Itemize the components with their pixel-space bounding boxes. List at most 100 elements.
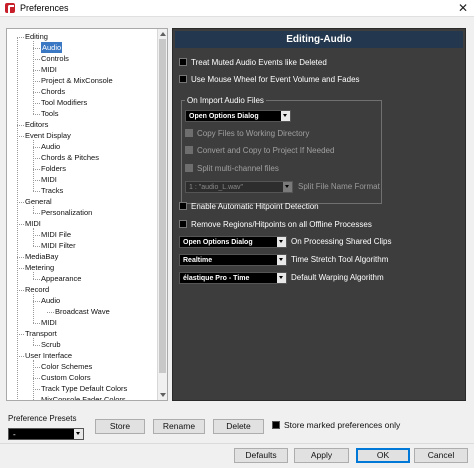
ok-button[interactable]: OK <box>356 448 410 463</box>
tree-item[interactable]: Editing <box>25 31 48 42</box>
title-bar: Preferences ✕ <box>0 0 474 17</box>
tree-connector <box>33 400 40 401</box>
apply-button[interactable]: Apply <box>294 448 349 463</box>
split-format-dropdown[interactable]: 1 : "audio_L.wav" <box>185 181 293 193</box>
delete-button[interactable]: Delete <box>213 419 264 434</box>
checkbox-box[interactable] <box>185 129 193 137</box>
tree-item[interactable]: MIDI <box>25 218 41 229</box>
tree-item[interactable]: MIDI File <box>41 229 71 240</box>
store-marked-checkbox[interactable]: Store marked preferences only <box>272 420 400 431</box>
tree-item[interactable]: Editors <box>25 119 48 130</box>
tree-connector <box>17 202 24 203</box>
tree-connector <box>33 294 34 323</box>
tree-scrollbar[interactable] <box>157 29 167 400</box>
checkbox-label: Treat Muted Audio Events like Deleted <box>191 58 327 67</box>
tree-item[interactable]: Broadcast Wave <box>55 306 110 317</box>
scroll-down-icon[interactable] <box>160 393 166 397</box>
treat-muted-checkbox[interactable]: Treat Muted Audio Events like Deleted <box>179 57 327 68</box>
tree-item[interactable]: MIDI <box>41 174 57 185</box>
tree-item[interactable]: Event Display <box>25 130 71 141</box>
tree-item[interactable]: Audio <box>41 42 63 53</box>
tree-connector <box>17 356 24 357</box>
tree-connector <box>33 235 40 236</box>
checkbox-box[interactable] <box>179 75 187 83</box>
store-button[interactable]: Store <box>95 419 145 434</box>
checkbox-label: Use Mouse Wheel for Event Volume and Fad… <box>191 75 360 84</box>
preferences-tree[interactable]: Editing Audio Controls MIDI Project & MixCon… <box>6 28 168 401</box>
rename-button[interactable]: Rename <box>153 419 205 434</box>
tree-item[interactable]: MixConsole Fader Colors <box>41 394 126 400</box>
tree-item[interactable]: MIDI <box>41 64 57 75</box>
preset-dropdown[interactable]: - <box>8 428 84 440</box>
dropdown-value: 1 : "audio_L.wav" <box>189 184 244 191</box>
tree-connector <box>33 301 40 302</box>
timestretch-label: Time Stretch Tool Algorithm <box>291 255 389 264</box>
import-group-label: On Import Audio Files <box>185 96 266 105</box>
scroll-thumb[interactable] <box>159 39 166 373</box>
copy-files-checkbox[interactable]: Copy Files to Working Directory <box>185 128 309 139</box>
checkbox-box[interactable] <box>185 164 193 172</box>
settings-panel: Editing-Audio Treat Muted Audio Events l… <box>172 28 466 401</box>
shared-clips-dropdown[interactable]: Open Options Dialog <box>179 236 287 248</box>
tree-connector <box>33 59 40 60</box>
tree-connector <box>33 180 40 181</box>
chevron-down-icon <box>277 273 286 283</box>
tree-connector <box>33 48 40 49</box>
tree-item[interactable]: Tracks <box>41 185 63 196</box>
tree-item[interactable]: Appearance <box>41 273 81 284</box>
tree-item[interactable]: MediaBay <box>25 251 58 262</box>
chevron-down-icon <box>277 237 286 247</box>
chevron-down-icon <box>277 255 286 265</box>
checkbox-box[interactable] <box>179 202 187 210</box>
checkbox-box[interactable] <box>179 220 187 228</box>
tree-connector <box>33 41 34 114</box>
tree-connector <box>33 279 40 280</box>
chevron-down-icon <box>283 182 292 192</box>
tree-item[interactable]: MIDI <box>41 317 57 328</box>
timestretch-dropdown[interactable]: Realtime <box>179 254 287 266</box>
dropdown-value: - <box>13 430 16 439</box>
checkbox-box[interactable] <box>272 421 280 429</box>
tree-connector <box>33 338 34 345</box>
tree-item[interactable]: Scrub <box>41 339 61 350</box>
tree-item[interactable]: Audio <box>41 295 60 306</box>
import-mode-dropdown[interactable]: Open Options Dialog <box>185 110 291 122</box>
split-multichannel-checkbox[interactable]: Split multi-channel files <box>185 163 279 174</box>
tree-item[interactable]: Controls <box>41 53 69 64</box>
tree-item[interactable]: General <box>25 196 52 207</box>
tree-item[interactable]: Audio <box>41 141 60 152</box>
tree-item[interactable]: Chords & Pitches <box>41 152 99 163</box>
convert-copy-checkbox[interactable]: Convert and Copy to Project If Needed <box>185 145 334 156</box>
tree-item[interactable]: Tools <box>41 108 59 119</box>
close-icon[interactable]: ✕ <box>458 1 468 15</box>
tree-item[interactable]: Folders <box>41 163 66 174</box>
scroll-up-icon[interactable] <box>160 32 166 36</box>
tree-item[interactable]: Record <box>25 284 49 295</box>
tree-item[interactable]: User Interface <box>25 350 72 361</box>
tree-item[interactable]: MIDI Filter <box>41 240 76 251</box>
tree-item[interactable]: Custom Colors <box>41 372 91 383</box>
warping-dropdown[interactable]: élastique Pro - Time <box>179 272 287 284</box>
chevron-down-icon <box>281 111 290 121</box>
tree-item[interactable]: Personalization <box>41 207 92 218</box>
mouse-wheel-checkbox[interactable]: Use Mouse Wheel for Event Volume and Fad… <box>179 74 360 85</box>
dropdown-value: Realtime <box>183 257 213 264</box>
tree-item[interactable]: Track Type Default Colors <box>41 383 127 394</box>
tree-item[interactable]: Color Schemes <box>41 361 92 372</box>
tree-connector <box>33 228 34 246</box>
defaults-button[interactable]: Defaults <box>234 448 288 463</box>
tree-item[interactable]: Project & MixConsole <box>41 75 113 86</box>
tree-item[interactable]: Chords <box>41 86 65 97</box>
shared-clips-label: On Processing Shared Clips <box>291 237 392 246</box>
dropdown-value: Open Options Dialog <box>189 113 259 120</box>
checkbox-box[interactable] <box>179 58 187 66</box>
checkbox-label: Store marked preferences only <box>284 420 401 430</box>
checkbox-box[interactable] <box>185 146 193 154</box>
tree-item[interactable]: Tool Modifiers <box>41 97 87 108</box>
auto-hitpoint-checkbox[interactable]: Enable Automatic Hitpoint Detection <box>179 201 319 212</box>
tree-connector <box>33 103 40 104</box>
cancel-button[interactable]: Cancel <box>414 448 468 463</box>
tree-item[interactable]: Metering <box>25 262 54 273</box>
tree-item[interactable]: Transport <box>25 328 57 339</box>
remove-regions-checkbox[interactable]: Remove Regions/Hitpoints on all Offline … <box>179 219 372 230</box>
